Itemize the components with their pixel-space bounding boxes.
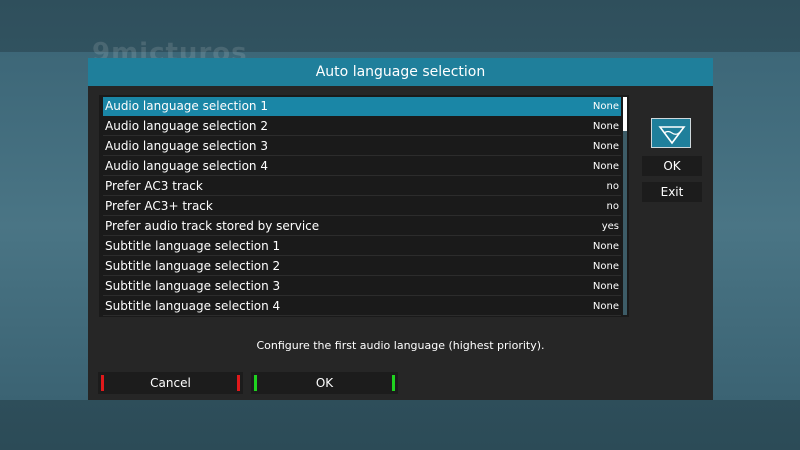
ok-button[interactable]: OK (251, 372, 398, 394)
setting-value: None (592, 161, 619, 172)
setting-row-subtitle-4[interactable]: Subtitle language selection 4 None (103, 297, 621, 316)
auto-language-dialog: Auto language selection Audio language s… (88, 58, 713, 400)
green-key-indicator (392, 375, 395, 391)
setting-label: Audio language selection 3 (105, 139, 268, 153)
setting-label: Prefer AC3+ track (105, 199, 213, 213)
scrollbar-thumb[interactable] (623, 97, 627, 131)
setting-label: Audio language selection 1 (105, 99, 268, 113)
dialog-title: Auto language selection (88, 58, 713, 86)
setting-label: Audio language selection 4 (105, 159, 268, 173)
setting-label: Audio language selection 2 (105, 119, 268, 133)
setting-label: Prefer audio track stored by service (105, 219, 320, 233)
setting-value: None (592, 101, 619, 112)
ok-label: OK (315, 376, 334, 390)
setting-value: no (606, 181, 619, 192)
setting-value: no (606, 201, 619, 212)
keyboard-icon-glyph (658, 126, 686, 145)
list-scrollbar[interactable] (623, 97, 627, 315)
red-key-indicator (237, 375, 240, 391)
setting-row-subtitle-1[interactable]: Subtitle language selection 1 None (103, 237, 621, 256)
setting-value: None (592, 261, 619, 272)
setting-value: yes (601, 221, 619, 232)
setting-row-audio-1[interactable]: Audio language selection 1 None (103, 97, 621, 116)
help-text: Configure the first audio language (high… (256, 339, 545, 352)
setting-value: None (592, 281, 619, 292)
setting-row-audio-4[interactable]: Audio language selection 4 None (103, 157, 621, 176)
cancel-button[interactable]: Cancel (98, 372, 243, 394)
setting-row-prefer-ac3[interactable]: Prefer AC3 track no (103, 177, 621, 196)
setting-value: None (592, 121, 619, 132)
setting-label: Subtitle language selection 2 (105, 259, 281, 273)
side-ok-button[interactable]: OK (642, 156, 702, 176)
setting-row-subtitle-3[interactable]: Subtitle language selection 3 None (103, 277, 621, 296)
setting-row-audio-3[interactable]: Audio language selection 3 None (103, 137, 621, 156)
setting-value: None (592, 241, 619, 252)
setting-row-prefer-stored[interactable]: Prefer audio track stored by service yes (103, 217, 621, 236)
settings-list[interactable]: Audio language selection 1 None Audio la… (99, 95, 629, 317)
setting-label: Subtitle language selection 4 (105, 299, 281, 313)
setting-row-audio-2[interactable]: Audio language selection 2 None (103, 117, 621, 136)
cancel-label: Cancel (150, 376, 191, 390)
side-exit-button[interactable]: Exit (642, 182, 702, 202)
setting-label: Prefer AC3 track (105, 179, 203, 193)
setting-row-subtitle-2[interactable]: Subtitle language selection 2 None (103, 257, 621, 276)
setting-value: None (592, 301, 619, 312)
setting-value: None (592, 141, 619, 152)
setting-label: Subtitle language selection 1 (105, 239, 281, 253)
setting-row-prefer-ac3plus[interactable]: Prefer AC3+ track no (103, 197, 621, 216)
keyboard-icon[interactable] (651, 118, 691, 148)
setting-label: Subtitle language selection 3 (105, 279, 281, 293)
